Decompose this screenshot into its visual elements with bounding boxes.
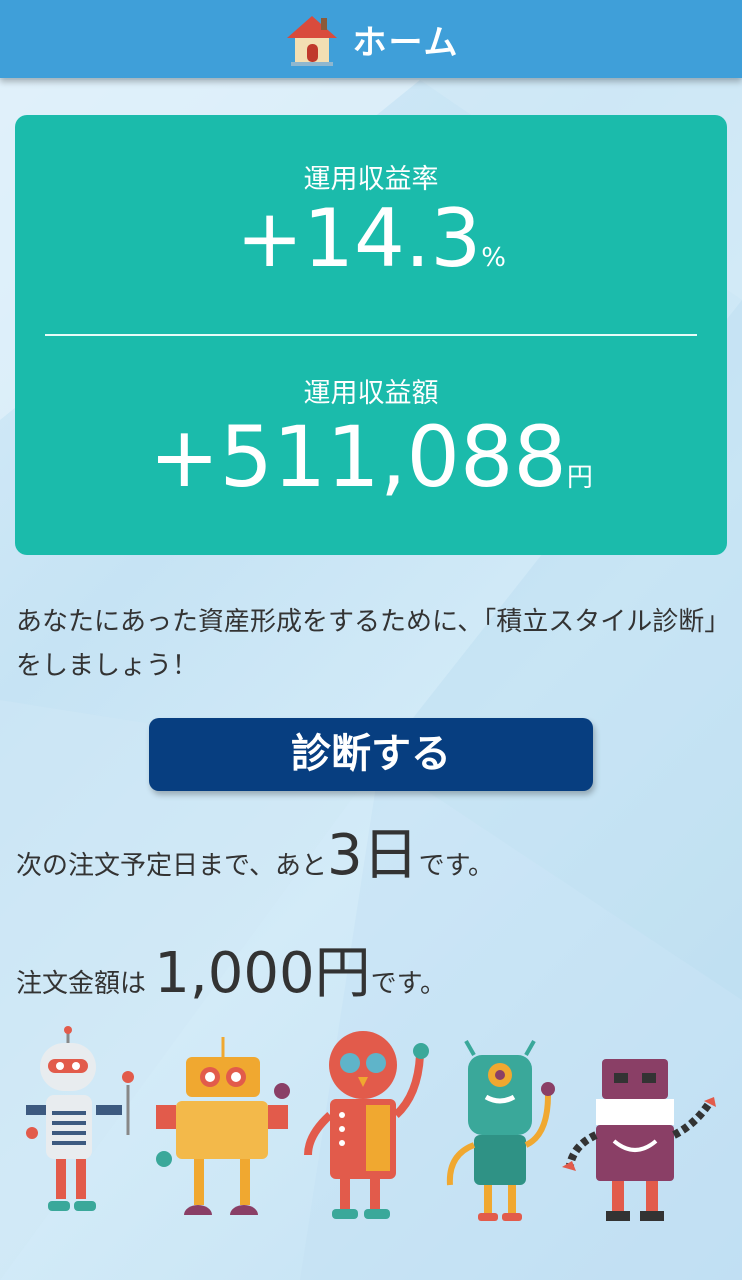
robots-illustration [26, 1026, 716, 1221]
amount-value: +511,088 [149, 408, 567, 506]
amount-label: 運用収益額 [303, 378, 439, 409]
amount-unit: 円 [566, 463, 593, 493]
rate-unit: % [481, 243, 506, 273]
robot-orange-icon [156, 1037, 290, 1215]
diagnose-button[interactable]: 診断する [149, 718, 593, 791]
summary-card: 運用収益率 +14.3% 運用収益額 +511,088円 [15, 115, 727, 555]
diagnosis-message: あなたにあった資産形成をするために、「積立スタイル診断」をしましょう！ [16, 607, 731, 681]
robot-white-icon [26, 1026, 134, 1211]
amount-value-row: +511,088円 [15, 415, 727, 499]
next-order-text: 次の注文予定日まで、あと3日です。 [16, 810, 494, 891]
next-order-days: 3日 [326, 823, 419, 888]
app-header: ホーム [0, 0, 742, 78]
rate-label: 運用収益率 [303, 164, 439, 195]
next-order-prefix: 次の注文予定日まで、あと [16, 851, 327, 881]
robot-teal-icon [446, 1040, 555, 1221]
order-amount-suffix: です。 [370, 969, 447, 999]
robot-purple-icon [562, 1059, 716, 1221]
house-icon [286, 16, 337, 66]
order-amount-value: 1,000円 [154, 941, 371, 1006]
rate-value: +14.3 [236, 192, 482, 285]
order-amount-text: 注文金額は 1,000円です。 [16, 928, 446, 1009]
page-title: ホーム [352, 22, 460, 63]
rate-value-row: +14.3% [15, 199, 727, 279]
robot-red-icon [304, 1031, 429, 1219]
order-amount-prefix: 注文金額は [16, 969, 147, 999]
next-order-suffix: です。 [418, 851, 495, 881]
card-divider [45, 334, 697, 336]
